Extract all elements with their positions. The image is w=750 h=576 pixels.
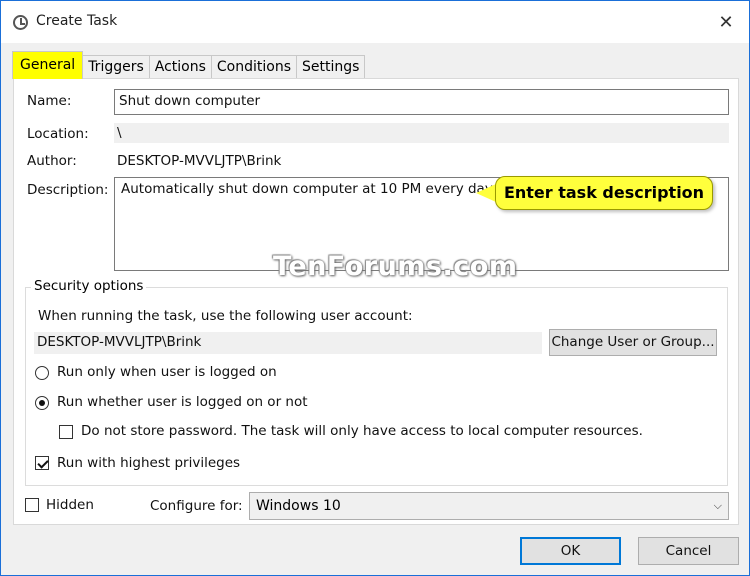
author-label: Author: — [27, 153, 77, 169]
user-account-value: DESKTOP-MVVLJTP\Brink — [34, 332, 542, 354]
no-store-password-checkbox[interactable] — [59, 425, 73, 439]
security-options-title: Security options — [31, 278, 147, 294]
run-logged-on-label[interactable]: Run only when user is logged on — [57, 364, 277, 380]
highest-privileges-checkbox[interactable] — [35, 456, 49, 470]
annotation-callout: Enter task description — [495, 176, 713, 210]
name-label: Name: — [27, 93, 72, 109]
change-user-button[interactable]: Change User or Group... — [549, 329, 717, 356]
account-prompt: When running the task, use the following… — [38, 308, 413, 324]
tab-conditions[interactable]: Conditions — [210, 55, 298, 79]
configure-for-label: Configure for: — [150, 498, 243, 514]
run-logged-on-radio[interactable] — [35, 366, 49, 380]
run-whether-label[interactable]: Run whether user is logged on or not — [57, 394, 308, 410]
configure-for-value: Windows 10 — [256, 498, 341, 514]
title-bar: Create Task ✕ — [1, 1, 749, 43]
author-value: DESKTOP-MVVLJTP\Brink — [117, 153, 282, 169]
watermark: TenForums.com — [273, 251, 518, 282]
highest-privileges-label[interactable]: Run with highest privileges — [57, 455, 240, 471]
run-whether-radio[interactable] — [35, 396, 49, 410]
window-title: Create Task — [36, 13, 118, 29]
tab-triggers[interactable]: Triggers — [82, 55, 150, 79]
cancel-button[interactable]: Cancel — [638, 537, 739, 565]
name-input[interactable]: Shut down computer — [114, 89, 729, 115]
callout-pointer — [476, 184, 496, 202]
close-button[interactable]: ✕ — [703, 1, 749, 43]
tab-general[interactable]: General — [12, 51, 84, 79]
no-store-password-label[interactable]: Do not store password. The task will onl… — [81, 423, 643, 439]
configure-for-select[interactable]: Windows 10 ⌵ — [249, 492, 729, 520]
location-label: Location: — [27, 126, 89, 142]
location-value: \ — [114, 123, 729, 143]
chevron-down-icon: ⌵ — [713, 499, 722, 512]
tab-settings[interactable]: Settings — [296, 55, 366, 79]
clock-icon — [13, 15, 28, 30]
create-task-dialog: Create Task ✕ General Triggers Actions C… — [0, 0, 750, 576]
ok-button[interactable]: OK — [520, 537, 621, 565]
description-label: Description: — [27, 182, 109, 198]
tab-actions[interactable]: Actions — [148, 55, 212, 79]
tab-strip: General Triggers Actions Conditions Sett… — [12, 51, 366, 79]
hidden-checkbox[interactable] — [25, 498, 39, 512]
hidden-label[interactable]: Hidden — [46, 497, 94, 513]
